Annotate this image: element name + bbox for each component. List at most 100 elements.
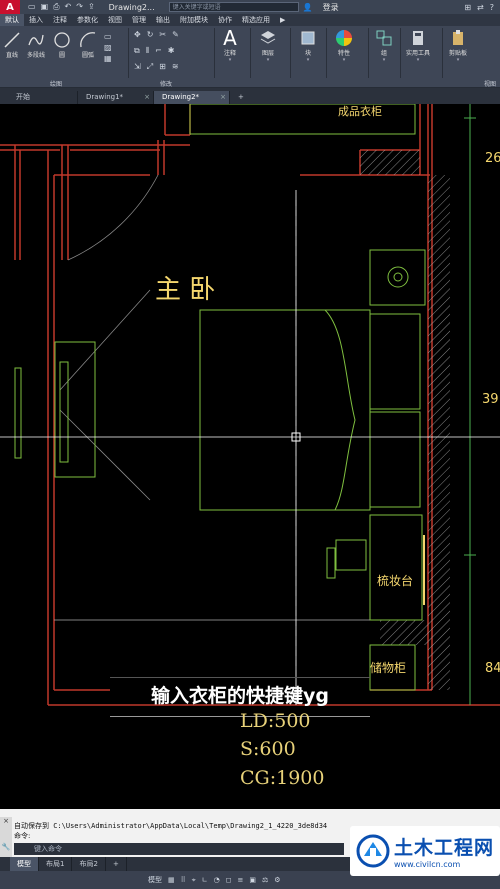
gradient-icon[interactable]: ▦ — [104, 54, 112, 63]
save-icon[interactable]: ▣ — [41, 2, 49, 12]
tab-insert[interactable]: 插入 — [24, 14, 48, 26]
video-icon[interactable]: ▶ — [275, 14, 290, 26]
help-icon[interactable]: ? — [490, 3, 494, 12]
furniture-lines — [14, 104, 426, 691]
lineweight-icon[interactable]: ≡ — [238, 876, 244, 884]
snap-icon[interactable]: ⠿ — [181, 876, 186, 884]
arc-icon — [78, 30, 98, 50]
rectangle-icon[interactable]: ▭ — [104, 32, 112, 41]
command-prompt: 命令: — [14, 832, 31, 840]
utilities-tool[interactable]: 实用工具 ▾ — [406, 28, 430, 63]
tab-output[interactable]: 输出 — [151, 14, 175, 26]
erase-icon[interactable]: ✎ — [172, 30, 179, 39]
close-icon[interactable]: × — [0, 817, 12, 825]
draw-panel-label[interactable]: 绘图 — [50, 79, 62, 88]
tab-view[interactable]: 视图 — [103, 14, 127, 26]
close-icon[interactable]: × — [220, 91, 226, 104]
new-tab-button[interactable]: + — [230, 91, 252, 104]
tab-drawing1[interactable]: Drawing1* × — [78, 91, 154, 104]
command-history-line: 自动保存到 C:\Users\Administrator\AppData\Loc… — [14, 822, 328, 830]
annotation-scale-icon[interactable]: ⚖ — [262, 876, 268, 884]
undo-icon[interactable]: ↶ — [65, 2, 72, 12]
close-icon[interactable]: × — [144, 91, 150, 104]
mirror-icon[interactable]: ⫴ — [146, 46, 149, 56]
ribbon-panel: 直线 多段线 圆 圆弧 ▭ ▨ ▦ 绘图 ✥ ↻ ✂ ✎ ⧉ ⫴ ⌐ ✱ ⇲ ⤢… — [0, 26, 500, 88]
print-icon[interactable]: ⎙ — [53, 2, 59, 12]
settings-icon[interactable]: 🔧 — [0, 843, 12, 851]
annotate-tool[interactable]: A 注释 ▾ — [220, 26, 240, 63]
watermark-url: www.civilcn.com — [394, 860, 461, 869]
file-tab-bar: 开始 Drawing1* × Drawing2* × + — [0, 88, 500, 104]
tab-annotate[interactable]: 注释 — [48, 14, 72, 26]
tab-collaborate[interactable]: 协作 — [213, 14, 237, 26]
cart-icon[interactable]: ⊞ — [464, 3, 471, 12]
model-space-button[interactable]: 模型 — [148, 875, 162, 885]
autocad-logo-icon[interactable]: A — [0, 0, 20, 14]
spec-cg: CG:1900 — [240, 767, 325, 789]
polar-icon[interactable]: ◔ — [214, 876, 220, 884]
group-tool[interactable]: 组 ▾ — [374, 28, 394, 63]
watermark-name: 土木工程网 — [394, 837, 495, 859]
civilcn-logo-icon — [356, 834, 390, 868]
text-icon: A — [223, 26, 237, 50]
tab-manage[interactable]: 管理 — [127, 14, 151, 26]
tab-addins[interactable]: 附加模块 — [175, 14, 213, 26]
trim-icon[interactable]: ✂ — [159, 30, 166, 39]
dresser-label: 梳妆台 — [377, 573, 413, 588]
rotate-icon[interactable]: ↻ — [147, 30, 154, 39]
infer-icon[interactable]: ⌖ — [192, 876, 196, 885]
clipboard-tool[interactable]: 剪贴板 ▾ — [448, 28, 468, 63]
offset-icon[interactable]: ≋ — [172, 62, 179, 72]
tab-featured-apps[interactable]: 精选应用 — [237, 14, 275, 26]
fillet-icon[interactable]: ⌐ — [155, 46, 162, 56]
modify-panel-label[interactable]: 修改 — [160, 79, 172, 88]
spec-s: S:600 — [240, 738, 296, 760]
search-input[interactable]: 键入关键字或短语 — [168, 2, 299, 12]
layers-icon — [258, 28, 278, 48]
tab-parametric[interactable]: 参数化 — [72, 14, 103, 26]
explode-icon[interactable]: ✱ — [168, 46, 175, 56]
line-tool[interactable]: 直线 — [2, 30, 22, 59]
line-icon — [2, 30, 22, 50]
move-icon[interactable]: ✥ — [134, 30, 141, 39]
tab-default[interactable]: 默认 — [0, 14, 24, 26]
ortho-icon[interactable]: ∟ — [202, 876, 208, 884]
grid-icon[interactable]: ▦ — [168, 876, 175, 884]
room-label: 主 卧 — [155, 275, 215, 305]
command-input[interactable]: 键入命令 — [14, 843, 344, 855]
circle-tool[interactable]: 圆 — [52, 30, 72, 59]
spec-ld: LD:500 — [240, 710, 311, 732]
polyline-tool[interactable]: 多段线 — [26, 30, 46, 59]
view-panel-label[interactable]: 视图 — [484, 79, 496, 88]
open-file-icon[interactable]: ▭ — [28, 2, 36, 12]
tab-layout2[interactable]: 布局2 — [72, 857, 106, 871]
arc-tool[interactable]: 圆弧 — [78, 30, 98, 59]
add-layout-button[interactable]: + — [106, 857, 127, 871]
array-icon[interactable]: ⊞ — [159, 62, 166, 72]
tab-start[interactable]: 开始 — [8, 91, 78, 104]
tab-drawing2[interactable]: Drawing2* × — [154, 91, 230, 104]
login-button[interactable]: 登录 — [323, 2, 339, 13]
layers-tool[interactable]: 图层 ▾ — [258, 28, 278, 63]
copy-icon[interactable]: ⧉ — [134, 46, 140, 56]
selection-icon[interactable]: ▣ — [249, 876, 256, 884]
workspace-icon[interactable]: ⚙ — [274, 876, 280, 884]
stretch-icon[interactable]: ⇲ — [134, 62, 141, 72]
hatch-icon[interactable]: ▨ — [104, 43, 112, 52]
osnap-icon[interactable]: ◻ — [226, 876, 232, 884]
share-icon[interactable]: ⇪ — [88, 2, 95, 12]
redo-icon[interactable]: ↷ — [76, 2, 83, 12]
user-icon[interactable]: 👤 — [303, 3, 313, 12]
block-tool[interactable]: 块 ▾ — [298, 28, 318, 63]
group-icon — [374, 28, 394, 48]
site-watermark: 土木工程网 www.civilcn.com — [350, 826, 500, 876]
storage-label: 储物柜 — [370, 660, 406, 675]
drawing-canvas[interactable]: 主 卧 成品衣柜 梳妆台 储物柜 26 39 84 输入衣柜的快捷键yg LD:… — [0, 104, 500, 809]
dimension-mid: 39 — [482, 392, 499, 407]
exchange-icon[interactable]: ⇄ — [477, 3, 484, 12]
tab-layout1[interactable]: 布局1 — [39, 857, 73, 871]
ribbon-tab-bar: 默认 插入 注释 参数化 视图 管理 输出 附加模块 协作 精选应用 ▶ — [0, 14, 500, 26]
properties-tool[interactable]: 特性 ▾ — [334, 28, 354, 63]
tab-model[interactable]: 模型 — [10, 857, 39, 871]
scale-icon[interactable]: ⤢ — [147, 62, 153, 72]
